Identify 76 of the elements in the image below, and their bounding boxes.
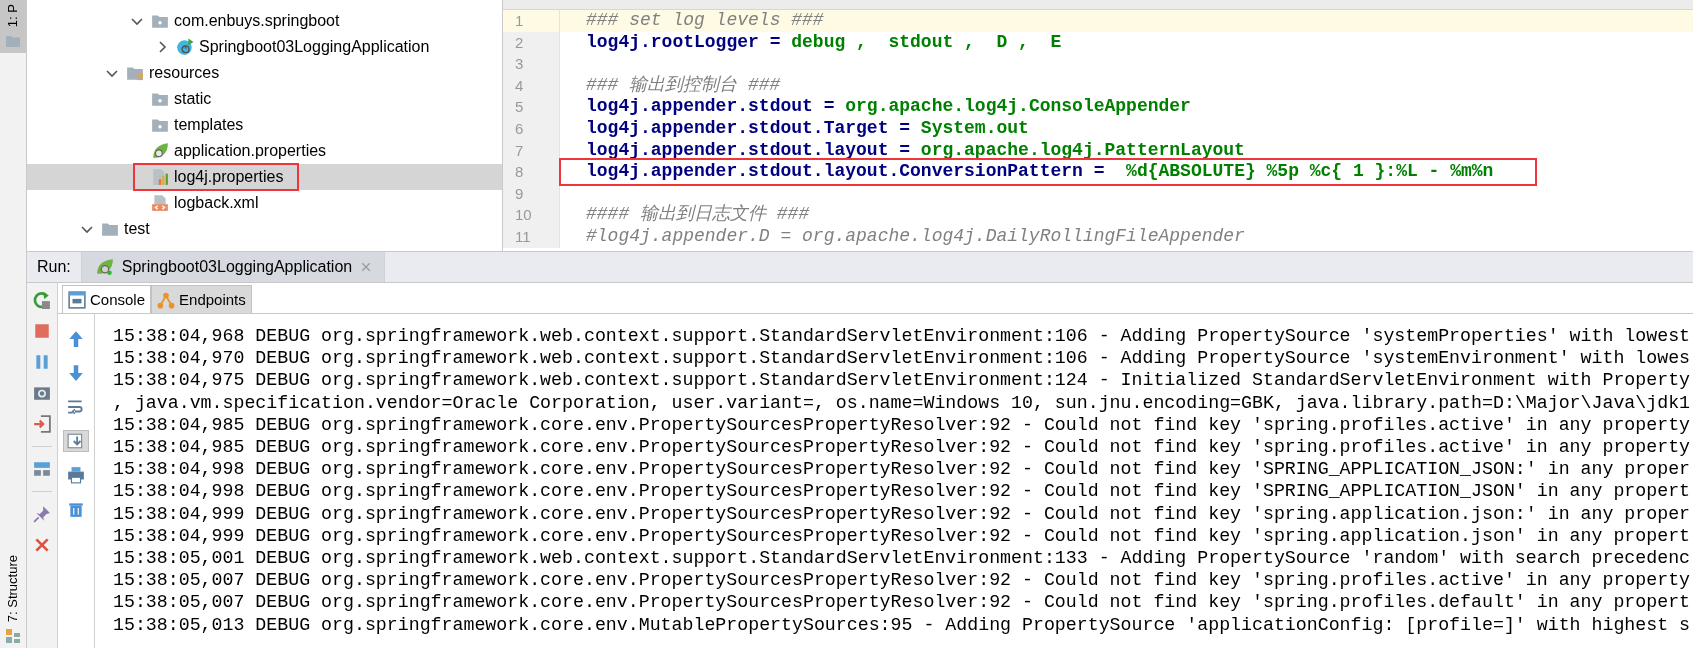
- line-number: 8: [503, 161, 560, 183]
- structure-icon: [5, 628, 21, 644]
- folder-icon: [126, 64, 144, 82]
- console-line: 15:38:05,013 DEBUG org.springframework.core.env.MutablePropertySources:95 - Adding PropertySource 'applicationConfig: [profile=]' with highest s: [113, 613, 1691, 636]
- tree-item[interactable]: resources: [27, 60, 502, 86]
- close-icon[interactable]: [33, 536, 51, 554]
- code-comment: ### set log levels ###: [585, 10, 824, 32]
- line-number: 2: [503, 31, 560, 54]
- tree-item[interactable]: test: [27, 216, 502, 242]
- close-icon[interactable]: [360, 261, 373, 273]
- console-icon: [68, 290, 86, 309]
- trash-icon[interactable]: [67, 500, 85, 518]
- line-number: 3: [503, 53, 560, 75]
- code-line: log4j.appender.stdout.layout.ConversionPattern = %d{ABSOLUTE} %5p %c{ 1 }:%L - %m%n: [585, 161, 1494, 183]
- wrap-icon[interactable]: [67, 398, 85, 416]
- console-tab[interactable]: Console: [62, 285, 152, 313]
- exit-icon[interactable]: [33, 415, 51, 433]
- console-line: 15:38:04,999 DEBUG org.springframework.core.env.PropertySourcesPropertyResolver:92 - Could not find key 'spring.application.json:' in any proper: [113, 502, 1691, 525]
- tree-item[interactable]: log4j.properties: [27, 164, 502, 190]
- tree-item[interactable]: static: [27, 86, 502, 112]
- tree-item[interactable]: Springboot03LoggingApplication: [27, 34, 502, 60]
- tree-item[interactable]: templates: [27, 112, 502, 138]
- console-line: 15:38:04,999 DEBUG org.springframework.core.env.PropertySourcesPropertyResolver:92 - Could not find key 'spring.application.json' in any propert: [113, 524, 1691, 548]
- tree-item[interactable]: application.properties: [27, 138, 502, 164]
- console-line: 15:38:04,985 DEBUG org.springframework.core.env.PropertySourcesPropertyResolver:92 - Could not find key 'spring.profiles.active' in any property: [113, 413, 1691, 436]
- xml-file-icon: [151, 194, 169, 212]
- class-icon: [176, 38, 194, 56]
- line-number: 7: [503, 139, 560, 162]
- code-line: log4j.rootLogger = debug , stdout , D , E: [585, 31, 1062, 54]
- console-line: 15:38:04,985 DEBUG org.springframework.core.env.PropertySourcesPropertyResolver:92 - Could not find key 'spring.profiles.active' in any property: [113, 436, 1691, 459]
- folder-icon: [5, 33, 21, 50]
- code-line: log4j.appender.stdout.layout = org.apache.log4j.PatternLayout: [585, 139, 1245, 162]
- rerun-icon[interactable]: [33, 291, 51, 309]
- camera-icon[interactable]: [33, 384, 51, 402]
- line-number: 9: [503, 182, 560, 205]
- console-line: 15:38:04,975 DEBUG org.springframework.web.context.support.StandardServletEnvironment:124 - Initialized StandardServletEnvironment with Property: [113, 369, 1691, 392]
- tree-item[interactable]: logback.xml: [27, 190, 502, 216]
- line-number: 11: [503, 225, 560, 248]
- console-line: 15:38:05,007 DEBUG org.springframework.core.env.PropertySourcesPropertyResolver:92 - Could not find key 'spring.profiles.active' in any property: [113, 569, 1691, 592]
- console-line: 15:38:04,968 DEBUG org.springframework.web.context.support.StandardServletEnvironment:106 - Adding PropertySource 'systemProperties' with lowest: [113, 325, 1691, 348]
- line-number: 6: [503, 117, 560, 140]
- code-line: log4j.appender.stdout.Target = System.out: [585, 117, 1029, 140]
- layout-icon[interactable]: [33, 460, 51, 478]
- tool-window-tab[interactable]: 1: P: [0, 0, 26, 54]
- console-line: 15:38:04,998 DEBUG org.springframework.core.env.PropertySourcesPropertyResolver:92 - Could not find key 'SPRING_APPLICATION_JSON:' in any proper: [113, 458, 1691, 481]
- line-number: 10: [503, 204, 560, 226]
- pause-icon[interactable]: [33, 353, 51, 371]
- leaf-icon: [151, 142, 169, 160]
- pin-icon[interactable]: [33, 505, 51, 523]
- tool-window-tab[interactable]: 7: Structure: [0, 550, 26, 648]
- run-label: Run:: [36, 258, 72, 276]
- run-tab[interactable]: Springboot03LoggingApplication: [80, 252, 386, 282]
- down-arrow-icon[interactable]: [67, 364, 85, 382]
- nodes-icon: [157, 290, 176, 309]
- folder-icon: [151, 12, 169, 30]
- up-arrow-icon[interactable]: [67, 330, 85, 348]
- code-comment: ### 输出到控制台 ###: [585, 74, 781, 97]
- line-number: 5: [503, 96, 560, 118]
- folder-icon: [151, 116, 169, 134]
- leaf-icon: [95, 258, 114, 276]
- line-number: 4: [503, 74, 560, 97]
- console-line: 15:38:05,007 DEBUG org.springframework.core.env.PropertySourcesPropertyResolver:92 - Could not find key 'spring.profiles.default' in any propert: [113, 591, 1691, 614]
- console-line: 15:38:04,970 DEBUG org.springframework.web.context.support.StandardServletEnvironment:106 - Adding PropertySource 'systemEnvironment' with lowes: [113, 347, 1691, 370]
- code-comment: #log4j.appender.D = org.apache.log4j.DailyRollingFileAppender: [585, 225, 1245, 248]
- console-tab[interactable]: Endpoints: [151, 285, 252, 313]
- console-line: 15:38:04,998 DEBUG org.springframework.core.env.PropertySourcesPropertyResolver:92 - Could not find key 'SPRING_APPLICATION_JSON' in any propert: [113, 480, 1691, 503]
- console-line: , java.vm.specification.vendor=Oracle Corporation, user.variant=, os.name=Windows 10, sun.jnu.encoding=GBK, java.library.path=D:\Major\Java\jdk1: [113, 391, 1691, 414]
- stop-icon[interactable]: [33, 322, 51, 340]
- folder-icon: [101, 220, 119, 238]
- file-chart-icon: [151, 168, 169, 186]
- folder-icon: [151, 90, 169, 108]
- tree-item[interactable]: com.enbuys.springboot: [27, 8, 502, 34]
- printer-icon[interactable]: [67, 466, 85, 484]
- code-line: log4j.appender.stdout = org.apache.log4j.ConsoleAppender: [585, 96, 1191, 118]
- console-line: 15:38:05,001 DEBUG org.springframework.web.context.support.StandardServletEnvironment:133 - Adding PropertySource 'random' with search precedenc: [113, 547, 1691, 570]
- code-comment: #### 输出到日志文件 ###: [585, 204, 810, 226]
